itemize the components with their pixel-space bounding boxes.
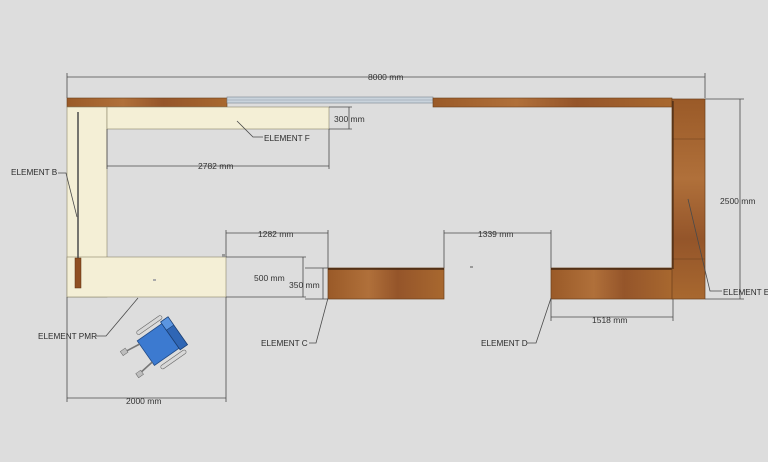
dim-label-depth-right: 2500 mm xyxy=(720,196,755,206)
element-b-post xyxy=(74,257,82,289)
element-c xyxy=(327,267,445,300)
element-d xyxy=(550,267,674,300)
leader-element-d xyxy=(527,297,552,344)
label-element-e: ELEMENT E xyxy=(723,288,768,297)
dim-label-element-d-length: 1518 mm xyxy=(592,315,627,325)
label-element-pmr: ELEMENT PMR xyxy=(38,332,97,341)
dim-label-counter-depth: 500 mm xyxy=(254,273,285,283)
leader-element-pmr xyxy=(96,297,139,337)
element-f-shelf xyxy=(106,106,330,130)
dim-label-element-c-depth: 350 mm xyxy=(289,280,320,290)
label-element-d: ELEMENT D xyxy=(481,339,528,348)
dim-label-element-f-depth: 300 mm xyxy=(334,114,365,124)
label-element-b: ELEMENT B xyxy=(11,168,58,177)
wheelchair-icon xyxy=(119,315,189,379)
floor-mark-1 xyxy=(153,279,156,281)
dim-label-overall-width: 8000 mm xyxy=(368,72,403,82)
leader-element-c xyxy=(309,297,329,344)
dim-label-pmr-length: 2000 mm xyxy=(126,396,161,406)
top-beam-right xyxy=(432,97,673,108)
dim-label-gap-right: 1339 mm xyxy=(478,229,513,239)
floor-mark-3 xyxy=(222,254,225,257)
dim-label-gap-left: 1282 mm xyxy=(258,229,293,239)
label-element-f: ELEMENT F xyxy=(264,134,310,143)
floor-mark-2 xyxy=(470,266,473,268)
top-beam-left xyxy=(66,97,228,108)
bottom-counter xyxy=(66,256,227,298)
dim-label-element-f-length: 2782 mm xyxy=(198,161,233,171)
floor-plan: 8000 mm 2500 mm 300 mm 2782 mm 1282 mm 1… xyxy=(11,72,768,406)
element-e xyxy=(671,98,706,300)
label-element-c: ELEMENT C xyxy=(261,339,308,348)
